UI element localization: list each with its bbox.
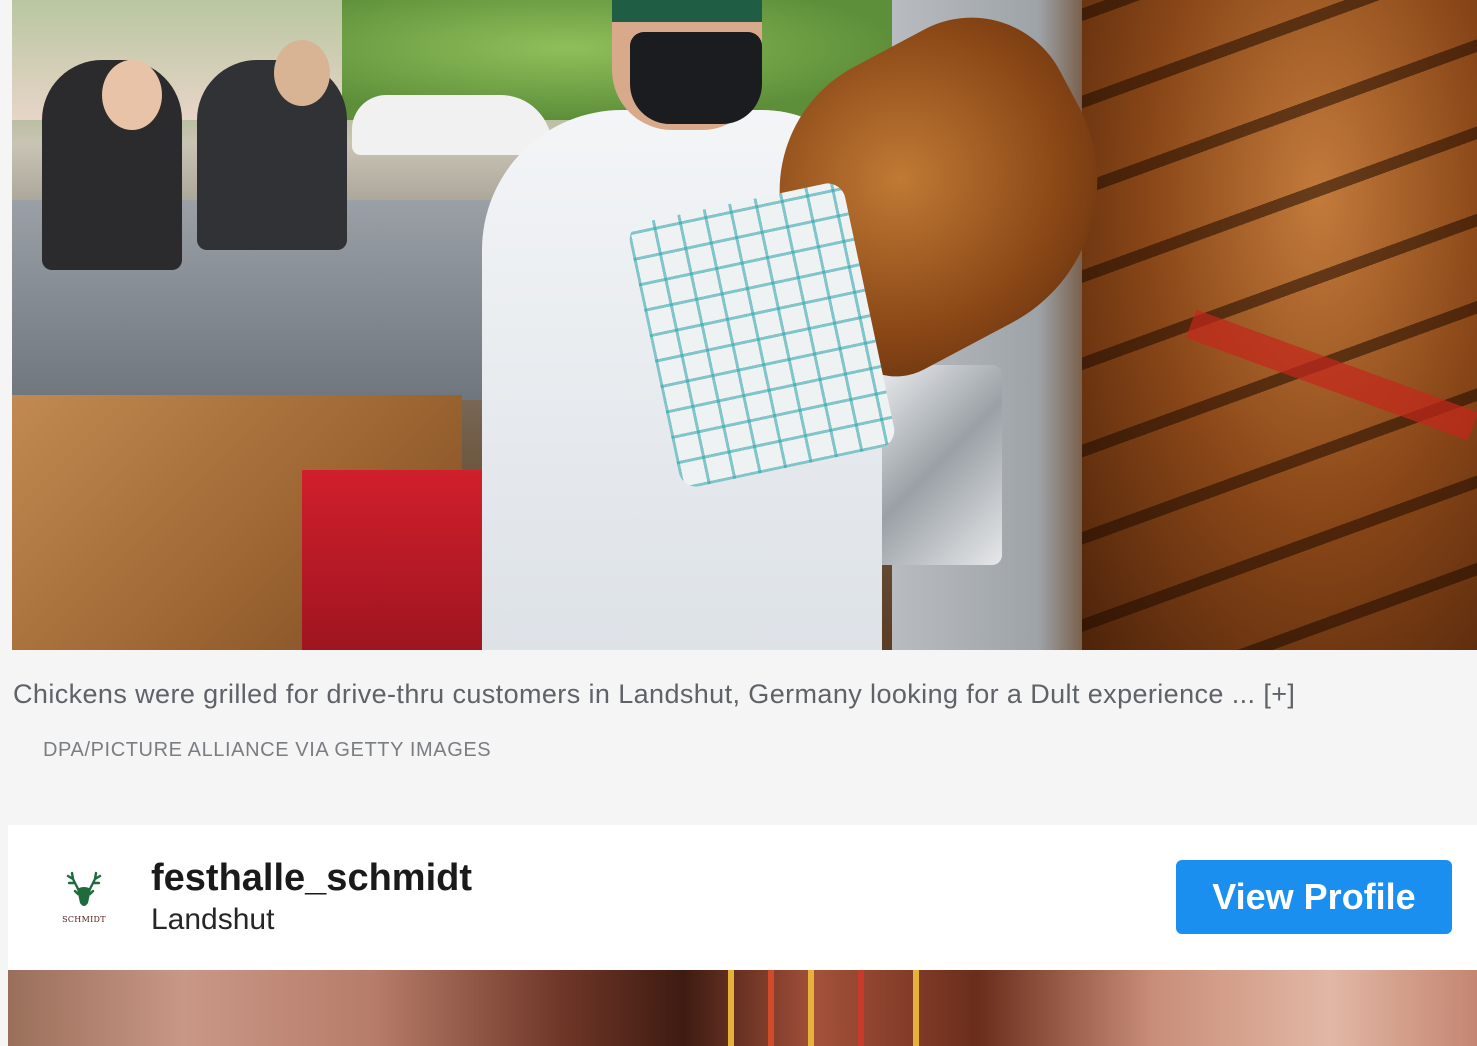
logo-wordmark: SCHMIDT: [62, 914, 106, 924]
profile-avatar[interactable]: SCHMIDT: [52, 865, 116, 929]
view-profile-button[interactable]: View Profile: [1176, 860, 1452, 934]
chef-cap: [612, 0, 762, 22]
photo-credit: DPA/PICTURE ALLIANCE VIA GETTY IMAGES: [43, 739, 492, 761]
image-detail: [913, 970, 919, 1046]
image-detail: [808, 970, 814, 1046]
foil-bag: [872, 365, 1002, 565]
article-photo: [12, 0, 1477, 650]
profile-username[interactable]: festhalle_schmidt: [151, 857, 472, 900]
image-detail: [728, 970, 734, 1046]
caption-text: Chickens were grilled for drive-thru cus…: [13, 679, 1256, 709]
customer-face: [102, 60, 162, 130]
profile-location[interactable]: Landshut: [151, 903, 274, 937]
face-mask: [630, 32, 762, 124]
image-detail: [768, 970, 774, 1046]
embedded-post-image[interactable]: [8, 970, 1477, 1046]
expand-caption-link[interactable]: [+]: [1263, 679, 1295, 709]
chicken-rows: [1082, 0, 1477, 650]
parked-car: [352, 95, 552, 155]
stag-head-icon: [66, 871, 102, 906]
photo-caption: Chickens were grilled for drive-thru cus…: [13, 668, 1433, 777]
image-detail: [858, 970, 864, 1046]
customer-face: [274, 40, 330, 106]
instagram-embed-header: SCHMIDT festhalle_schmidt Landshut View …: [8, 825, 1477, 970]
